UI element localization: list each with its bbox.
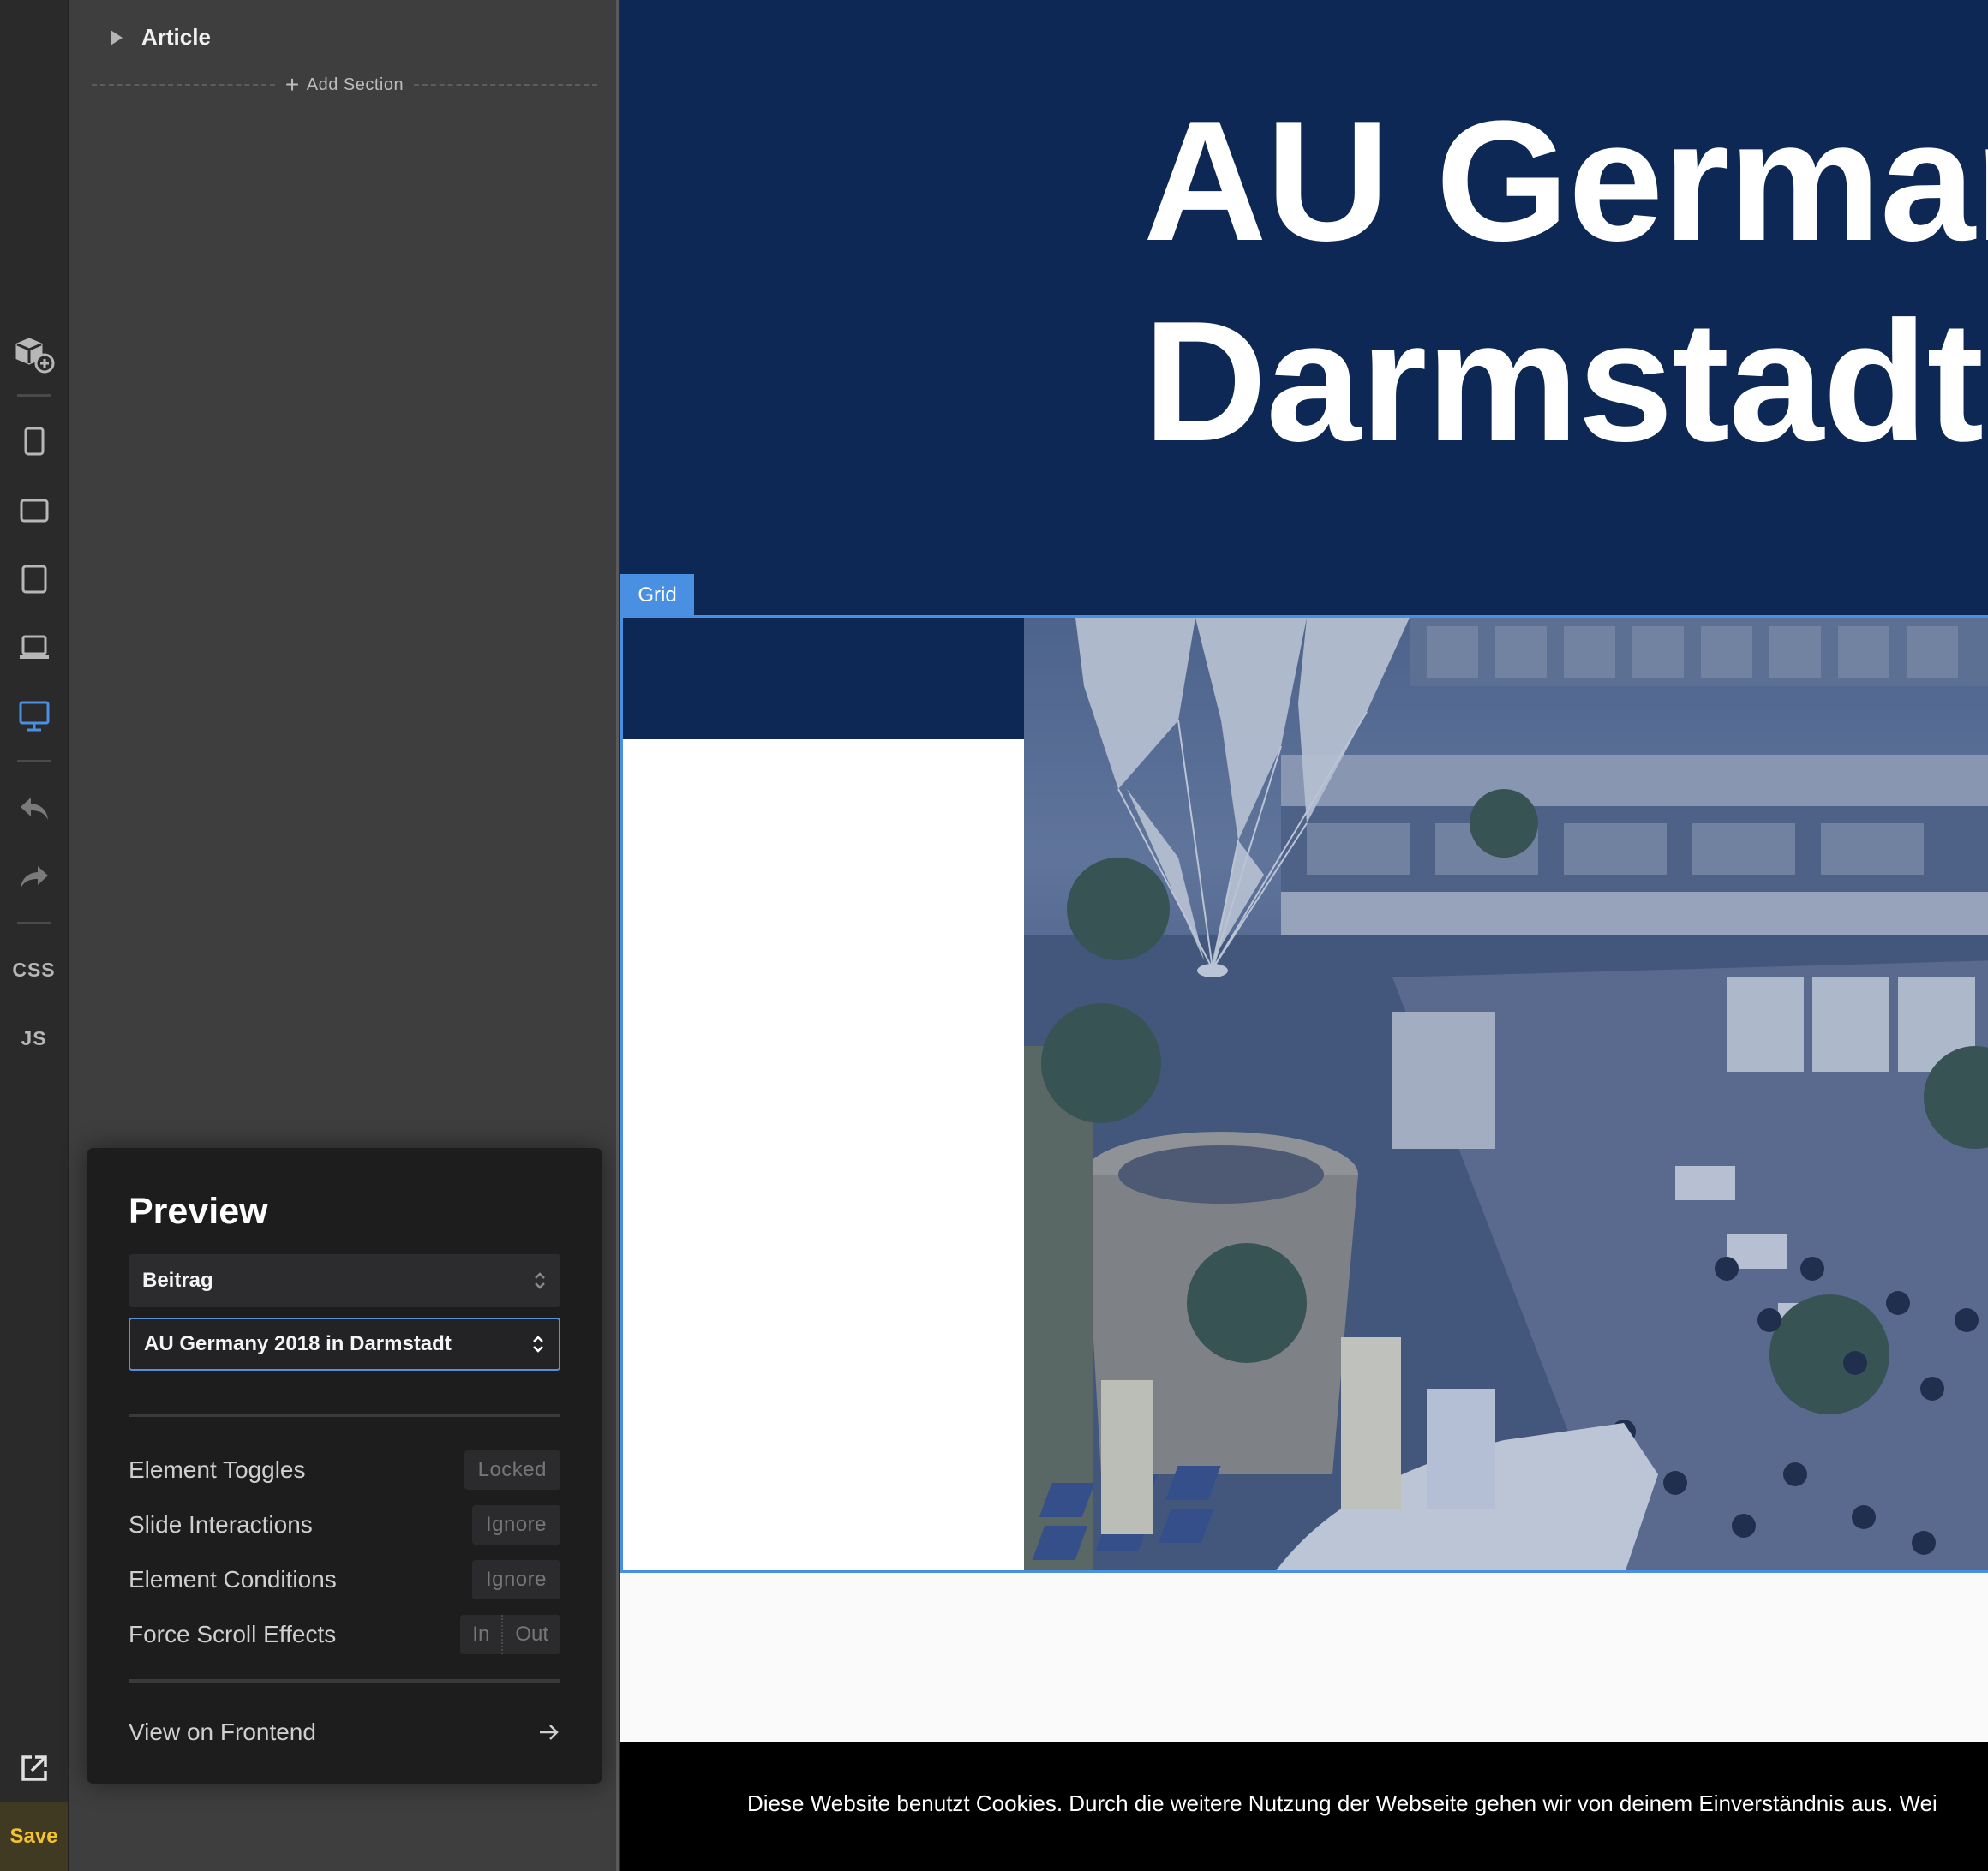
post-type-select[interactable]: Beitrag [129,1254,560,1307]
element-conditions-toggle[interactable]: Ignore [471,1560,560,1599]
grid-element-selected[interactable] [620,615,1988,1573]
builder-canvas[interactable]: AU German Darmstadt Grid Diese Website b… [620,0,1988,1871]
hero-heading[interactable]: AU German Darmstadt [1143,81,1988,482]
divider [129,1414,560,1417]
undo-icon[interactable] [0,792,68,826]
cookie-banner-text: Diese Website benutzt Cookies. Durch die… [747,1790,1937,1816]
hero-heading-line-1: AU German [1143,86,1988,277]
divider [129,1679,560,1683]
preview-title: Preview [129,1191,268,1232]
toolbar-separator [17,394,51,397]
expand-triangle-icon[interactable] [111,29,123,45]
element-toggles-toggle[interactable]: Locked [464,1450,560,1490]
preview-popup: Preview Beitrag AU Germany 2018 in Darms… [87,1148,602,1784]
scroll-in-button[interactable]: In [460,1615,501,1654]
tablet-icon[interactable] [0,562,68,596]
toolbar-separator [17,760,51,762]
divider [414,84,597,86]
preview-row-element-toggles: Element Toggles Locked [129,1450,560,1491]
view-on-frontend-link[interactable]: View on Frontend [129,1713,560,1751]
preview-row-element-conditions: Element Conditions Ignore [129,1559,560,1600]
css-button[interactable]: CSS [0,953,68,987]
post-type-value: Beitrag [142,1269,213,1292]
cube-plus-icon[interactable] [0,334,68,377]
select-chevron-icon [533,1270,547,1291]
arrow-right-icon [540,1725,559,1740]
structure-item-label: Article [141,24,211,50]
mobile-landscape-icon[interactable] [0,493,68,528]
select-chevron-icon [531,1334,545,1354]
structure-item-article[interactable]: Article [111,24,211,51]
page-builder: CSS JS Save Article + Add Section Preview… [0,0,1988,1871]
cookie-banner: Diese Website benutzt Cookies. Durch die… [620,1742,1988,1871]
redo-icon[interactable] [0,860,68,894]
editor-toolbar: CSS JS Save [0,0,69,1871]
add-section-button[interactable]: + Add Section [92,72,597,98]
structure-panel: Article + Add Section Preview Beitrag AU … [69,0,619,1871]
js-button[interactable]: JS [0,1021,68,1055]
desktop-icon[interactable] [0,697,68,735]
hero-heading-line-2: Darmstadt [1143,282,1988,482]
toolbar-separator [17,922,51,924]
scroll-out-button[interactable]: Out [501,1615,560,1654]
save-button[interactable]: Save [0,1802,68,1871]
grid-label-badge[interactable]: Grid [620,574,694,617]
add-section-label: Add Section [306,75,404,94]
slide-interactions-toggle[interactable]: Ignore [471,1505,560,1545]
preview-row-slide-interactions: Slide Interactions Ignore [129,1504,560,1545]
plus-icon: + [284,71,300,98]
divider [92,84,275,86]
post-select[interactable]: AU Germany 2018 in Darmstadt [129,1318,560,1371]
grid-left-block [623,618,1024,739]
post-value: AU Germany 2018 in Darmstadt [144,1332,452,1355]
external-link-icon[interactable] [0,1751,68,1785]
event-hall-image[interactable] [1024,618,1988,1570]
force-scroll-effects-toggle: In Out [460,1615,560,1654]
preview-row-force-scroll-effects: Force Scroll Effects In Out [129,1614,560,1655]
laptop-icon[interactable] [0,631,68,665]
mobile-portrait-icon[interactable] [0,424,68,458]
